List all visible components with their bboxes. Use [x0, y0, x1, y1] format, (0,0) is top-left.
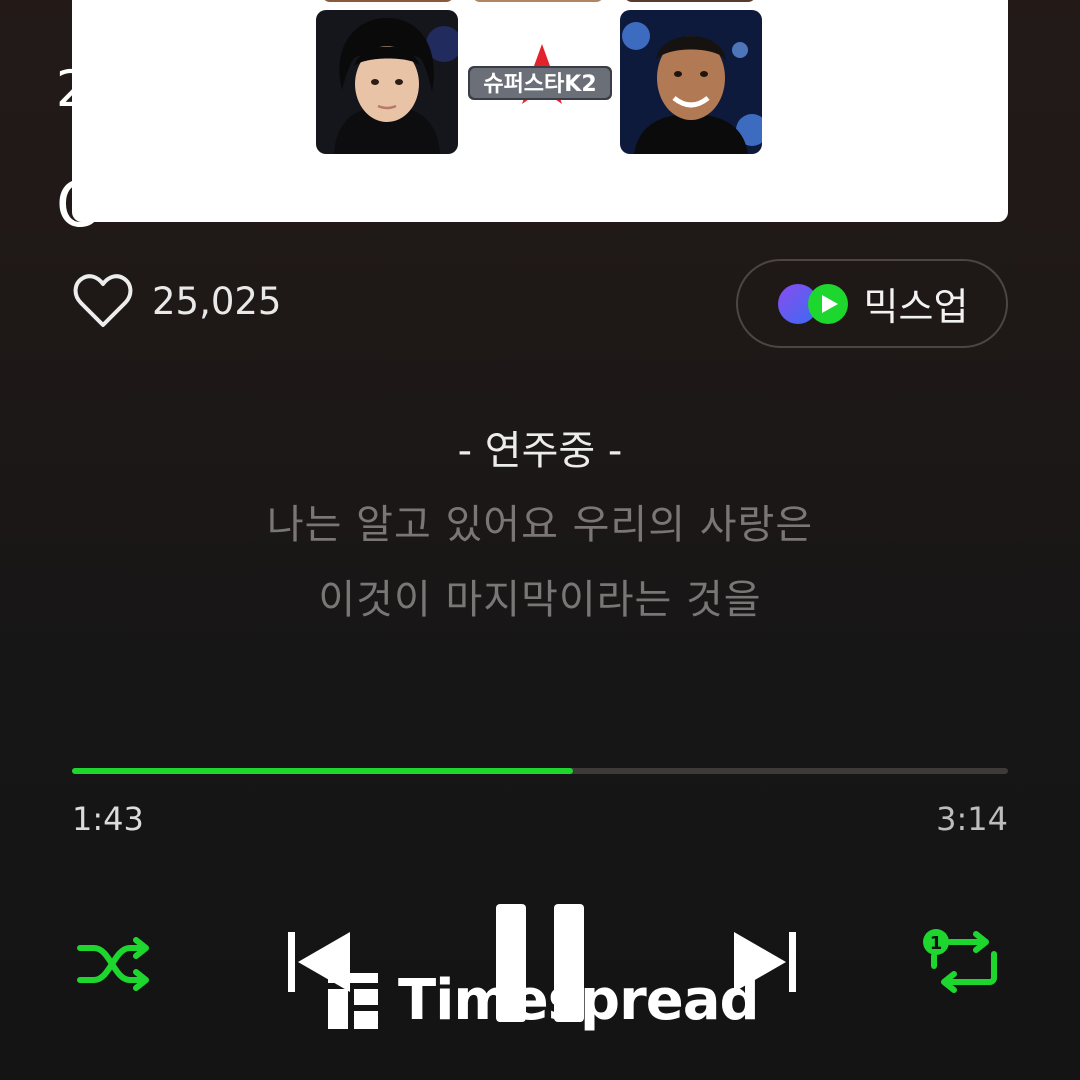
repeat-one-icon[interactable]: 1 [920, 926, 1006, 998]
album-thumb-top-right [624, 0, 756, 2]
mixup-play-icon [777, 283, 848, 324]
progress-bar[interactable] [72, 768, 1008, 774]
shuffle-icon[interactable] [76, 932, 152, 996]
show-logo-text: 슈퍼스타K2 [483, 72, 596, 97]
watermark-text: Timespread [398, 968, 760, 1033]
like-group: 25,025 [72, 272, 281, 330]
repeat-badge: 1 [930, 933, 943, 954]
album-art[interactable]: 슈퍼스타K2 [72, 0, 1008, 222]
like-count: 25,025 [152, 279, 282, 323]
show-logo: 슈퍼스타K2 [464, 40, 616, 120]
lyric-next-line: 이것이 마지막이라는 것을 [318, 577, 762, 623]
watermark: Timespread [328, 968, 760, 1033]
lyric-current-line: - 연주중 - [457, 428, 623, 474]
progress-fill [72, 768, 573, 774]
mixup-label: 믹스업 [863, 285, 969, 329]
lyric-next-line: 나는 알고 있어요 우리의 사랑은 [266, 502, 814, 548]
album-portrait-left [316, 10, 458, 154]
mixup-button[interactable]: 믹스업 [736, 259, 1008, 348]
elapsed-time: 1:43 [72, 800, 144, 838]
album-portrait-right [620, 10, 762, 154]
total-time: 3:14 [936, 800, 1008, 838]
album-thumb-top-left [322, 0, 454, 2]
heart-outline-icon[interactable] [72, 272, 134, 330]
album-thumb-top-middle [472, 0, 604, 2]
watermark-logo-icon [328, 972, 378, 1029]
player-screen: 20 O 슈퍼스타K2 [0, 0, 1080, 1080]
